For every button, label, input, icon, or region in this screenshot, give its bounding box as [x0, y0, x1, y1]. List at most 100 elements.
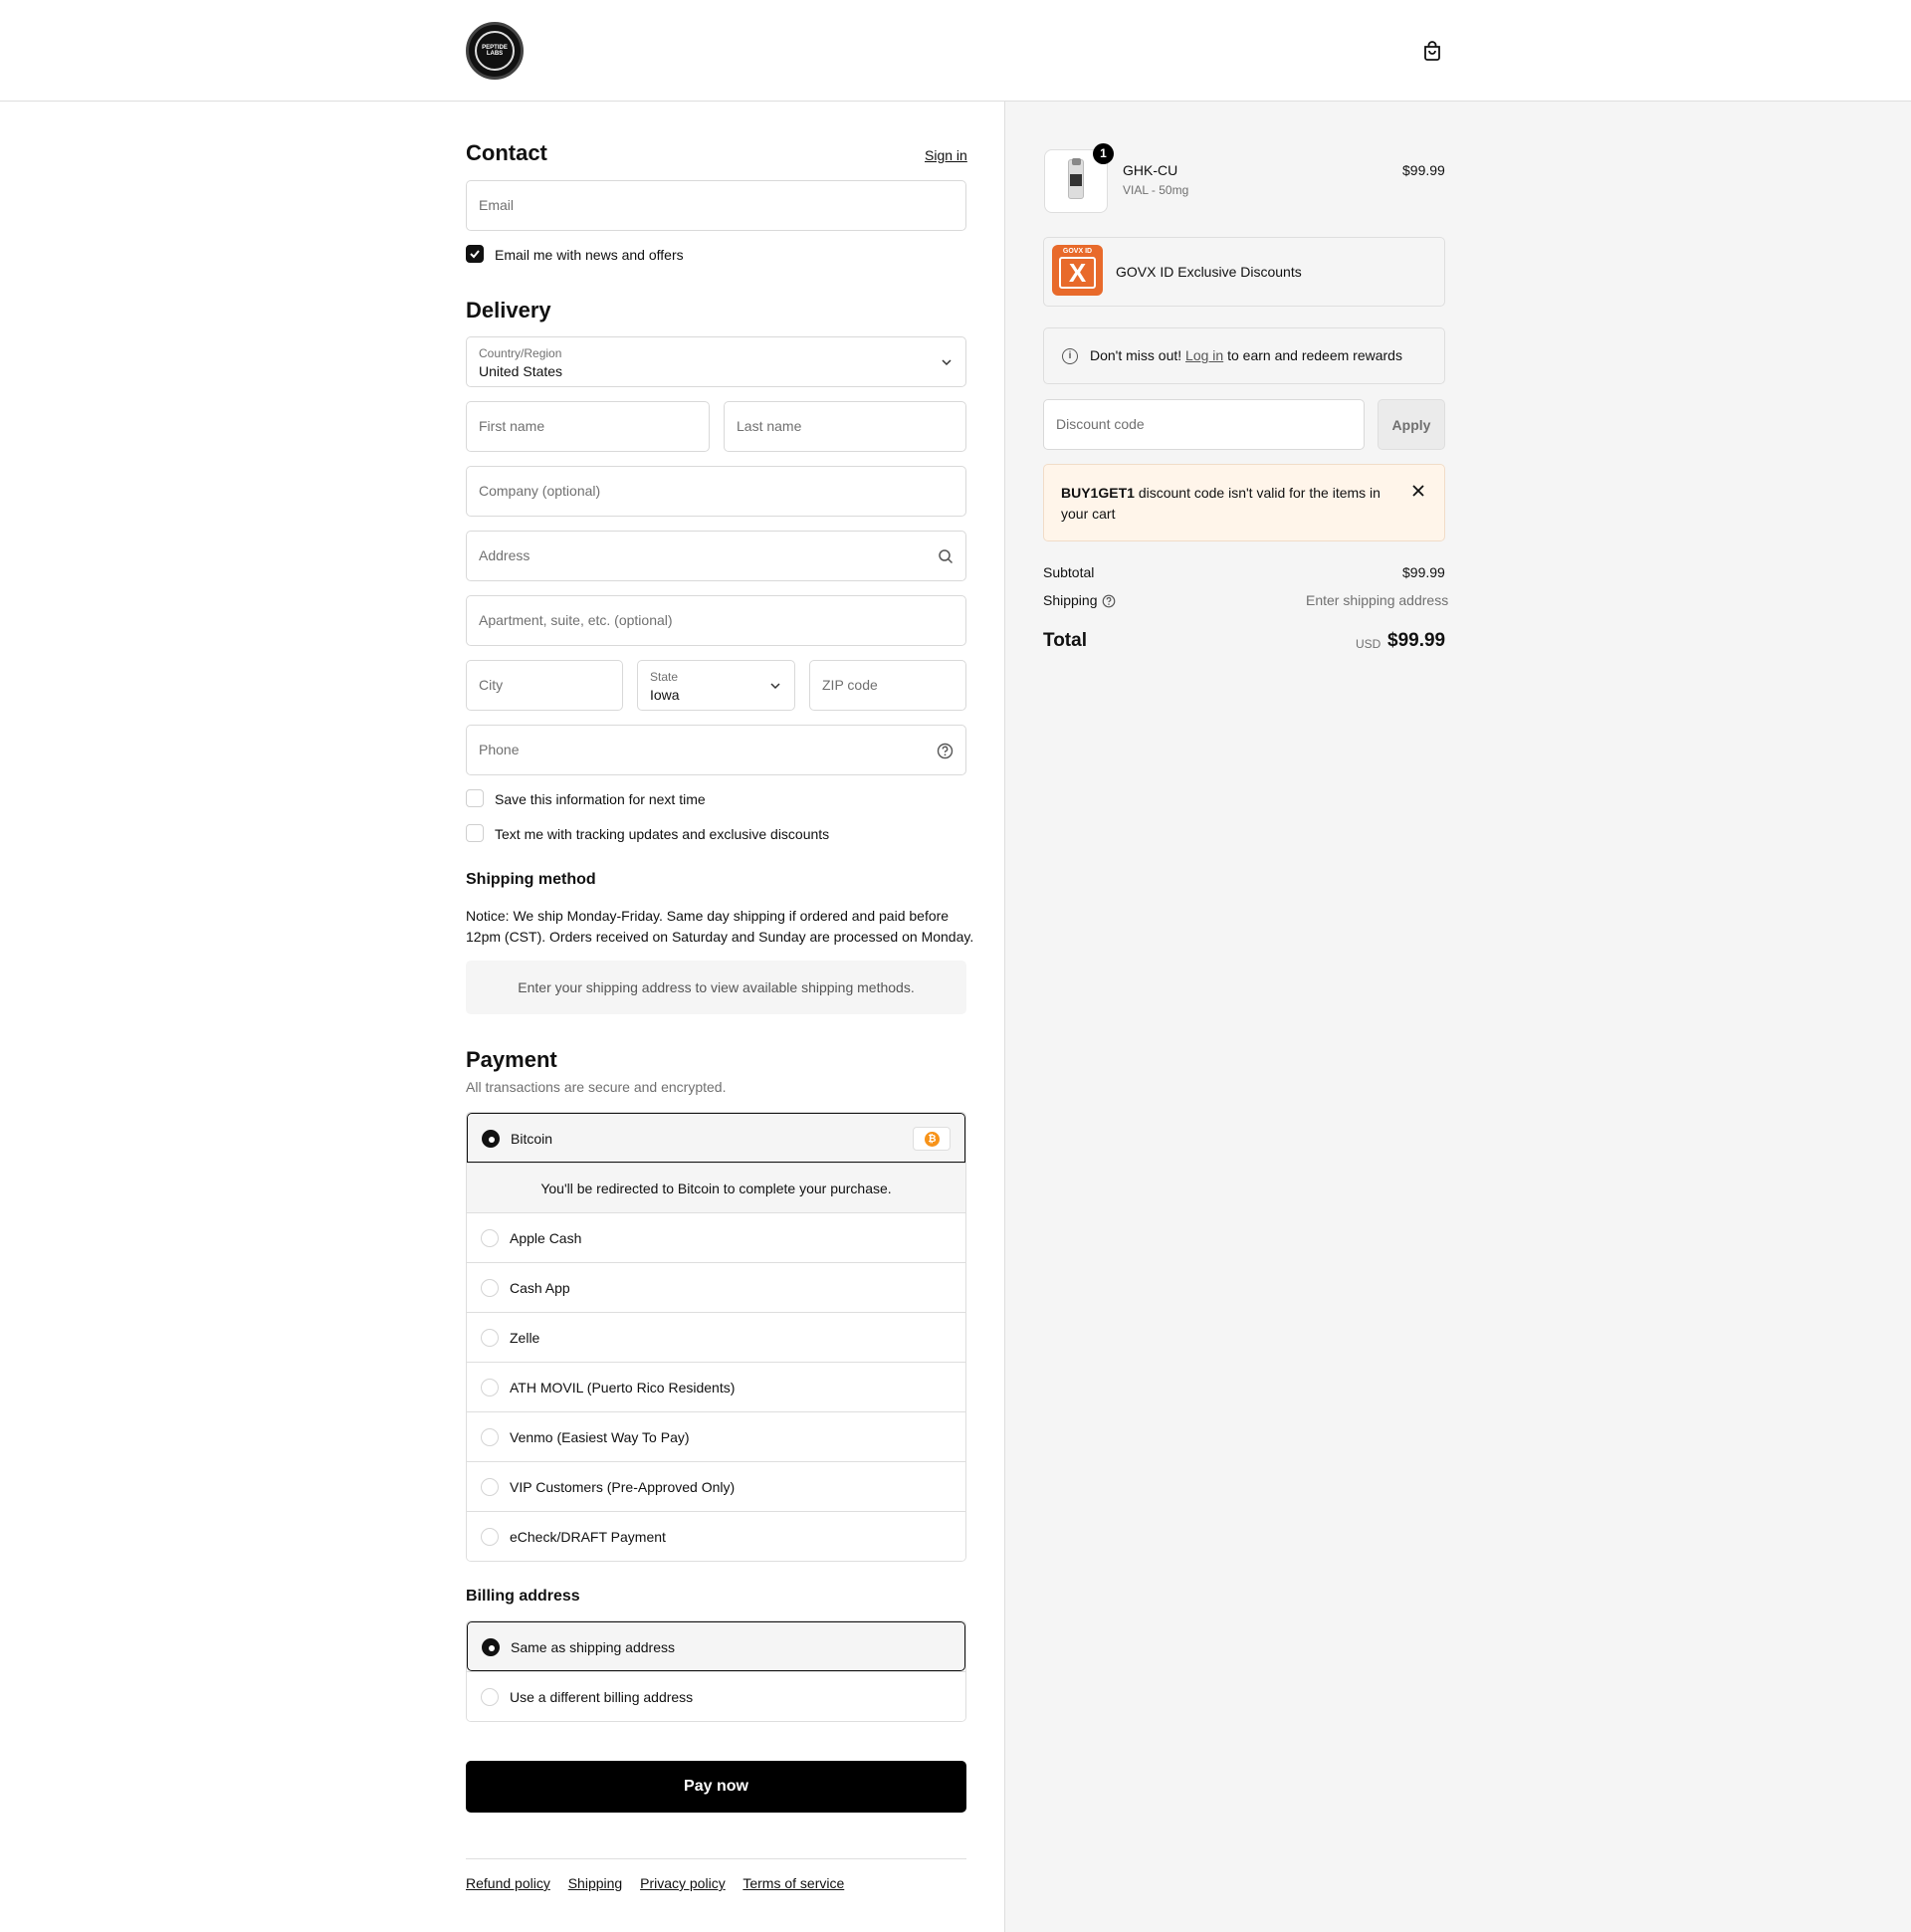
chevron-down-icon	[770, 683, 780, 690]
product-price: $99.99	[1402, 162, 1445, 178]
payment-option-label: Apple Cash	[510, 1230, 582, 1246]
billing-different-label: Use a different billing address	[510, 1689, 694, 1705]
delivery-title: Delivery	[466, 298, 551, 322]
state-select[interactable]: State Iowa	[637, 660, 795, 711]
payment-option-vip[interactable]: VIP Customers (Pre-Approved Only)	[467, 1461, 965, 1511]
phone-field[interactable]: Phone	[466, 725, 966, 775]
radio[interactable]	[481, 1229, 499, 1247]
shipping-empty-state: Enter your shipping address to view avai…	[466, 961, 966, 1014]
payment-option-apple-cash[interactable]: Apple Cash	[467, 1212, 965, 1262]
alert-line2: your cart	[1061, 506, 1116, 522]
radio[interactable]	[481, 1279, 499, 1297]
rewards-post: to earn and redeem rewards	[1227, 347, 1402, 363]
country-select[interactable]: Country/Region United States	[466, 336, 966, 387]
check-icon	[470, 250, 480, 259]
rewards-pre: Don't miss out!	[1090, 347, 1182, 363]
discount-code-input[interactable]: Discount code	[1043, 399, 1365, 450]
last-name-field[interactable]: Last name	[724, 401, 966, 452]
store-logo[interactable]: PEPTIDE LABS	[466, 22, 524, 80]
radio[interactable]	[481, 1428, 499, 1446]
shipping-link[interactable]: Shipping	[568, 1875, 623, 1891]
close-icon[interactable]	[1411, 484, 1425, 498]
contact-title: Contact	[466, 140, 547, 165]
save-info-checkbox[interactable]	[466, 789, 484, 807]
billing-title: Billing address	[466, 1588, 580, 1605]
billing-options: Same as shipping address Use a different…	[466, 1620, 966, 1722]
payment-option-venmo[interactable]: Venmo (Easiest Way To Pay)	[467, 1411, 965, 1461]
bitcoin-icon: ₿	[913, 1127, 951, 1151]
discount-placeholder: Discount code	[1056, 416, 1145, 432]
payment-option-echeck[interactable]: eCheck/DRAFT Payment	[467, 1511, 965, 1561]
state-label: State	[650, 670, 679, 684]
header: PEPTIDE LABS	[0, 0, 1911, 102]
govx-badge-text: GOVX ID	[1062, 248, 1093, 255]
company-placeholder: Company (optional)	[479, 483, 601, 499]
apartment-field[interactable]: Apartment, suite, etc. (optional)	[466, 595, 966, 646]
payment-methods: Bitcoin ₿ You'll be redirected to Bitcoi…	[466, 1112, 966, 1562]
radio[interactable]	[481, 1528, 499, 1546]
apply-button[interactable]: Apply	[1378, 399, 1445, 450]
shipping-notice-line1: Notice: We ship Monday-Friday. Same day …	[466, 908, 950, 924]
subtotal-value: $99.99	[1402, 564, 1445, 580]
phone-placeholder: Phone	[479, 742, 520, 757]
payment-option-label: eCheck/DRAFT Payment	[510, 1529, 666, 1545]
shopping-bag-icon[interactable]	[1421, 40, 1443, 62]
terms-link[interactable]: Terms of service	[743, 1875, 844, 1891]
radio[interactable]	[481, 1688, 499, 1706]
currency-code: USD	[1356, 637, 1381, 651]
payment-option-label: Bitcoin	[511, 1131, 553, 1147]
billing-different-option[interactable]: Use a different billing address	[467, 1671, 965, 1721]
total-label: Total	[1043, 630, 1087, 651]
payment-option-label: VIP Customers (Pre-Approved Only)	[510, 1479, 736, 1495]
privacy-policy-link[interactable]: Privacy policy	[640, 1875, 726, 1891]
help-circle-icon[interactable]	[1102, 594, 1116, 608]
search-icon	[939, 549, 954, 564]
text-me-label: Text me with tracking updates and exclus…	[495, 826, 830, 842]
payment-subtitle: All transactions are secure and encrypte…	[466, 1079, 727, 1095]
email-field[interactable]: Email	[466, 180, 966, 231]
subtotal-label: Subtotal	[1043, 564, 1095, 580]
refund-policy-link[interactable]: Refund policy	[466, 1875, 550, 1891]
govx-logo: GOVX ID X	[1052, 245, 1103, 296]
zip-placeholder: ZIP code	[822, 677, 878, 693]
quantity-badge: 1	[1093, 143, 1114, 164]
text-me-checkbox[interactable]	[466, 824, 484, 842]
billing-same-option[interactable]: Same as shipping address	[467, 1621, 965, 1671]
help-circle-icon[interactable]	[937, 743, 954, 759]
zip-field[interactable]: ZIP code	[809, 660, 966, 711]
state-value: Iowa	[650, 687, 680, 703]
rewards-login-link[interactable]: Log in	[1185, 347, 1223, 363]
payment-option-cash-app[interactable]: Cash App	[467, 1262, 965, 1312]
alert-message: BUY1GET1 discount code isn't valid for t…	[1061, 483, 1399, 525]
billing-same-label: Same as shipping address	[511, 1639, 675, 1655]
shipping-notice: Notice: We ship Monday-Friday. Same day …	[466, 906, 973, 948]
govx-x-icon: X	[1059, 257, 1096, 289]
apartment-placeholder: Apartment, suite, etc. (optional)	[479, 612, 673, 628]
payment-option-label: Zelle	[510, 1330, 540, 1346]
last-name-placeholder: Last name	[737, 418, 802, 434]
payment-option-zelle[interactable]: Zelle	[467, 1312, 965, 1362]
city-field[interactable]: City	[466, 660, 623, 711]
radio[interactable]	[481, 1379, 499, 1396]
radio-selected[interactable]	[482, 1638, 500, 1656]
company-field[interactable]: Company (optional)	[466, 466, 966, 517]
news-checkbox[interactable]	[466, 245, 484, 263]
total-value: $99.99	[1387, 630, 1446, 651]
radio[interactable]	[481, 1329, 499, 1347]
address-placeholder: Address	[479, 547, 531, 563]
product-variant: VIAL - 50mg	[1123, 183, 1189, 197]
shipping-method-title: Shipping method	[466, 871, 596, 888]
first-name-field[interactable]: First name	[466, 401, 710, 452]
shipping-value: Enter shipping address	[1306, 592, 1449, 608]
payment-option-ath-movil[interactable]: ATH MOVIL (Puerto Rico Residents)	[467, 1362, 965, 1411]
address-field[interactable]: Address	[466, 531, 966, 581]
news-label: Email me with news and offers	[495, 247, 684, 263]
chevron-down-icon	[942, 359, 952, 366]
sign-in-link[interactable]: Sign in	[925, 147, 967, 163]
radio[interactable]	[481, 1478, 499, 1496]
pay-now-button[interactable]: Pay now	[466, 1761, 966, 1813]
logo-emblem: PEPTIDE LABS	[475, 31, 515, 71]
radio-selected[interactable]	[482, 1130, 500, 1148]
payment-option-bitcoin[interactable]: Bitcoin ₿	[467, 1113, 965, 1163]
rewards-text: Don't miss out! Log in to earn and redee…	[1090, 347, 1402, 363]
